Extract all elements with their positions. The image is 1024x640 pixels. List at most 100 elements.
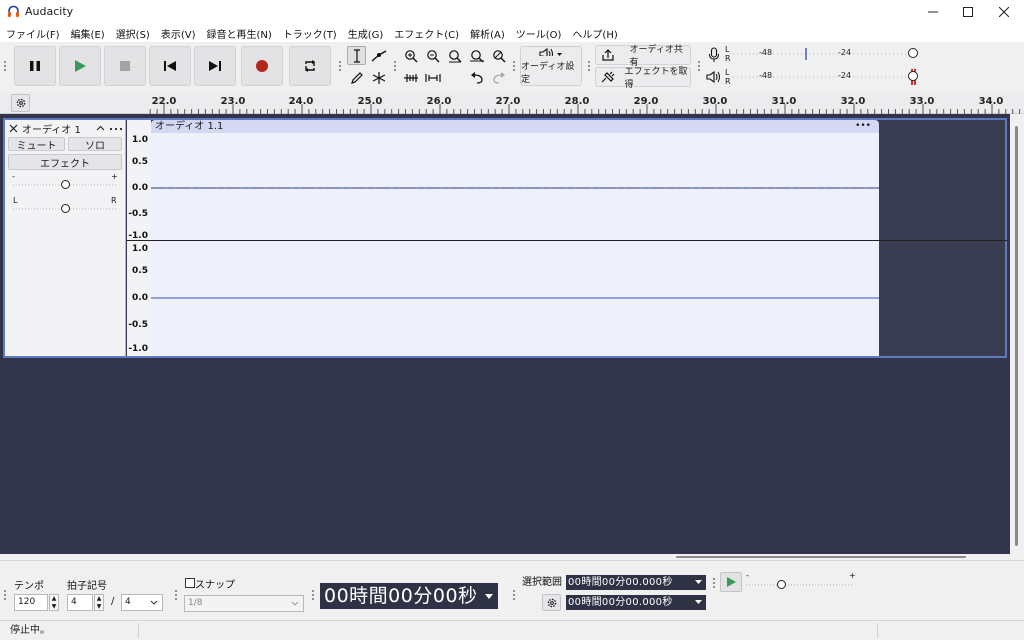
undo-button[interactable]	[467, 68, 486, 87]
play-speed-slider[interactable]	[746, 578, 854, 592]
clip-menu-button[interactable]: •••	[855, 120, 871, 133]
clip-header[interactable]: オーディオ 1.1 •••	[151, 120, 879, 133]
menu-generate[interactable]: 生成(G)	[348, 26, 384, 41]
record-meter[interactable]: -48 -24	[733, 46, 918, 62]
snap-select[interactable]: 1/8	[184, 595, 304, 612]
play-speed-grip[interactable]	[712, 577, 716, 589]
effects-button[interactable]: エフェクト	[8, 154, 122, 170]
tempo-input[interactable]: 120	[14, 594, 48, 611]
ruler-tick-label: 22.0	[151, 96, 177, 107]
timeline-ruler[interactable]: 22.0 23.0 24.0 25.0 26.0 27.0 28.0 29.0 …	[0, 92, 1024, 114]
playback-meter-right-letter: R	[725, 77, 731, 86]
pan-slider[interactable]	[13, 202, 117, 216]
menu-effect[interactable]: エフェクト(C)	[394, 26, 459, 41]
edit-grip[interactable]	[393, 60, 397, 72]
pan-slider-knob[interactable]	[61, 204, 70, 213]
selection-grip[interactable]	[512, 589, 516, 601]
play-at-speed-button[interactable]	[720, 572, 742, 592]
vertical-scrollbar-thumb[interactable]	[1015, 126, 1018, 546]
chevron-down-icon	[695, 600, 702, 604]
ruler-tick-label: 29.0	[633, 96, 659, 107]
loop-button[interactable]	[289, 46, 331, 86]
menu-tracks[interactable]: トラック(T)	[283, 26, 337, 41]
stop-button[interactable]	[104, 46, 146, 86]
fit-project-button[interactable]	[467, 46, 486, 65]
track-name[interactable]: オーディオ 1	[22, 121, 81, 136]
clip-name[interactable]: オーディオ 1.1	[155, 121, 223, 132]
solo-button[interactable]: ソロ	[68, 137, 122, 152]
menu-view[interactable]: 表示(V)	[161, 26, 196, 41]
tools-grip[interactable]	[338, 60, 342, 72]
clip-channel-left[interactable]	[151, 133, 879, 240]
selection-end-time[interactable]: 00時間00分00.000秒	[566, 595, 706, 610]
menu-help[interactable]: ヘルプ(H)	[572, 26, 617, 41]
record-button[interactable]	[241, 46, 283, 86]
gain-slider-knob[interactable]	[61, 180, 70, 189]
audio-track[interactable]: オーディオ 1 ミュート ソロ エフェクト - + L R 1.0 0.5 0.…	[3, 118, 1007, 358]
vertical-scrollbar[interactable]	[1010, 114, 1024, 554]
zoom-in-button[interactable]	[401, 46, 420, 65]
share-grip[interactable]	[587, 60, 591, 72]
menu-analyze[interactable]: 解析(A)	[470, 26, 505, 41]
get-effects-button[interactable]: エフェクトを取得	[595, 67, 691, 90]
time-signature-upper-stepper[interactable]: ▲ ▼	[94, 594, 104, 611]
maximize-button[interactable]	[957, 2, 979, 22]
multi-tool-button[interactable]	[369, 68, 388, 87]
menu-file[interactable]: ファイル(F)	[6, 26, 60, 41]
title-bar: Audacity	[0, 0, 1024, 24]
playback-level-knob[interactable]	[908, 71, 918, 81]
clip-channel-right[interactable]	[151, 241, 879, 356]
envelope-tool-button[interactable]	[369, 46, 388, 65]
selection-start-time[interactable]: 00時間00分00.000秒	[566, 575, 706, 590]
menu-bar: ファイル(F) 編集(E) 選択(S) 表示(V) 録音と再生(N) トラック(…	[0, 24, 1024, 42]
audio-setup-button[interactable]: オーディオ設定	[520, 46, 582, 86]
snap-grip[interactable]	[174, 589, 178, 601]
silence-audio-button[interactable]	[423, 68, 442, 87]
zoom-out-button[interactable]	[423, 46, 442, 65]
track-menu-button[interactable]	[109, 123, 123, 133]
menu-tools[interactable]: ツール(O)	[516, 26, 562, 41]
selection-settings-button[interactable]	[542, 594, 561, 611]
close-window-button[interactable]	[993, 2, 1015, 22]
channel-scale-bottom: 1.0 0.5 0.0 -0.5 -1.0	[127, 241, 151, 356]
pause-button[interactable]	[14, 46, 56, 86]
skip-to-start-button[interactable]	[149, 46, 191, 86]
waveform-left	[151, 187, 879, 189]
record-meter-button[interactable]	[705, 46, 723, 64]
tempo-grip[interactable]	[3, 589, 7, 601]
redo-button[interactable]	[489, 68, 508, 87]
selection-tool-button[interactable]	[347, 46, 366, 65]
play-speed-knob[interactable]	[777, 580, 786, 589]
draw-tool-button[interactable]	[347, 68, 366, 87]
track-collapse-button[interactable]	[96, 123, 106, 133]
horizontal-scrollbar-thumb[interactable]	[676, 556, 966, 558]
timer-grip[interactable]	[311, 589, 315, 601]
time-signature-lower-select[interactable]: 4	[121, 594, 163, 611]
menu-edit[interactable]: 編集(E)	[71, 26, 105, 41]
track-area[interactable]: オーディオ 1 ミュート ソロ エフェクト - + L R 1.0 0.5 0.…	[0, 114, 1010, 554]
skip-to-end-button[interactable]	[194, 46, 236, 86]
snap-checkbox[interactable]	[185, 578, 195, 588]
track-close-button[interactable]	[9, 123, 19, 133]
audio-setup-grip[interactable]	[512, 60, 516, 72]
zoom-fit-icon	[469, 49, 484, 62]
menu-select[interactable]: 選択(S)	[116, 26, 150, 41]
toolbar-grip[interactable]	[3, 60, 7, 72]
time-display[interactable]: 00時間00分00秒	[320, 583, 498, 609]
play-button[interactable]	[59, 46, 101, 86]
minimize-button[interactable]	[922, 2, 944, 22]
share-audio-button[interactable]: オーディオ共有	[595, 45, 691, 68]
mute-button[interactable]: ミュート	[8, 137, 65, 152]
playback-meter[interactable]: -48 -24	[733, 69, 921, 85]
trim-audio-button[interactable]	[401, 68, 420, 87]
gain-slider[interactable]	[13, 178, 117, 192]
zoom-toggle-button[interactable]	[489, 46, 508, 65]
menu-transport[interactable]: 録音と再生(N)	[207, 26, 272, 41]
meter-grip[interactable]	[697, 60, 701, 72]
track-control-panel[interactable]: オーディオ 1 ミュート ソロ エフェクト - + L R	[5, 120, 126, 356]
playback-meter-button[interactable]	[705, 68, 723, 86]
tempo-stepper[interactable]: ▲ ▼	[49, 594, 59, 611]
record-level-knob[interactable]	[908, 48, 918, 58]
fit-selection-button[interactable]	[445, 46, 464, 65]
time-signature-upper-input[interactable]: 4	[67, 594, 93, 611]
